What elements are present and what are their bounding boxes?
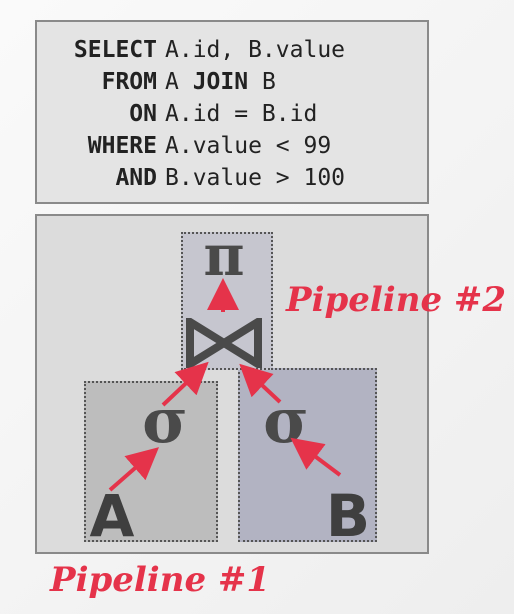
- sql-keyword-inline: JOIN: [192, 69, 249, 95]
- pipeline-2-label: Pipeline #2: [286, 280, 507, 320]
- selection-operator-b: σ: [263, 384, 309, 457]
- pipeline-1-label: Pipeline #1: [50, 560, 271, 600]
- sql-line: ON A.id = B.id: [37, 98, 317, 130]
- sql-keyword: FROM: [101, 69, 157, 95]
- sql-expression: B.value > 100: [165, 165, 346, 191]
- sql-expression: A.id = B.id: [165, 101, 318, 127]
- table-b: B: [325, 482, 371, 550]
- sql-line: FROM A JOIN B: [37, 66, 276, 98]
- sql-keyword: WHERE: [87, 133, 157, 159]
- sql-keyword: ON: [129, 101, 157, 127]
- projection-operator: π: [203, 223, 245, 289]
- sql-keyword: AND: [115, 165, 157, 191]
- sql-keyword: SELECT: [73, 37, 157, 63]
- sql-line: AND B.value > 100: [37, 162, 345, 194]
- join-operator: [186, 318, 262, 368]
- table-a: A: [89, 482, 135, 550]
- sql-expression: B: [248, 69, 276, 95]
- sql-expression: A: [165, 69, 193, 95]
- selection-operator-a: σ: [142, 384, 188, 457]
- sql-query-box: SELECT A.id, B.value FROM A JOIN B ON A.id = …: [35, 20, 429, 204]
- sql-expression: A.id, B.value: [165, 37, 346, 63]
- sql-expression: A.value < 99: [165, 133, 332, 159]
- sql-line: SELECT A.id, B.value: [37, 34, 345, 66]
- sql-line: WHERE A.value < 99: [37, 130, 331, 162]
